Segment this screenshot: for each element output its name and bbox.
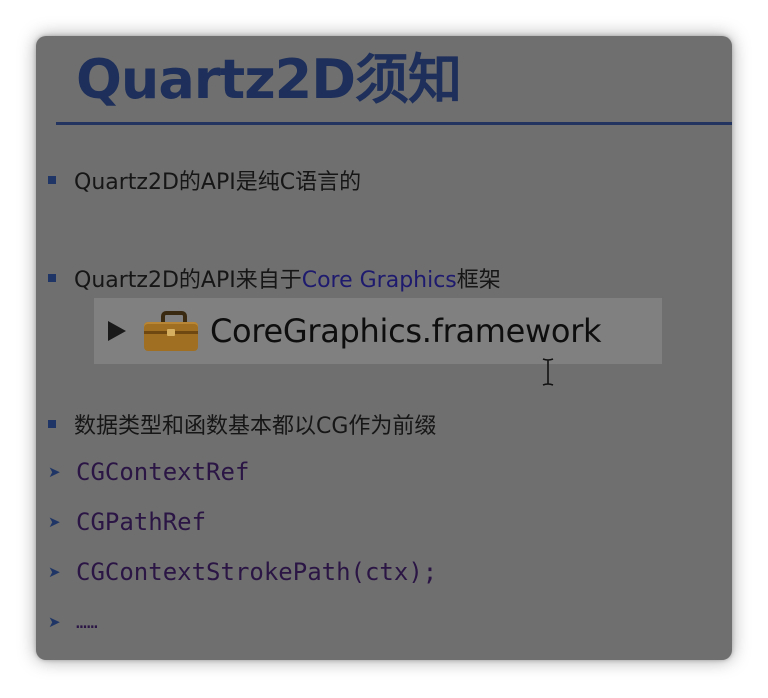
arrow-bullet-icon: ➤ [48,612,61,631]
square-bullet-icon [48,274,56,282]
framework-row[interactable]: CoreGraphics.framework [94,298,662,364]
code-item-3: ➤ CGContextStrokePath(ctx); [48,556,437,588]
arrow-bullet-icon: ➤ [48,462,61,481]
square-bullet-icon [48,176,56,184]
bullet-text: Quartz2D的API是纯C语言的 [74,170,362,195]
bullet-item-1: Quartz2D的API是纯C语言的 [48,164,361,196]
code-item-2: ➤ CGPathRef [48,506,206,538]
bullet-item-3: 数据类型和函数基本都以CG作为前缀 [48,408,436,440]
slide: Quartz2D须知 Quartz2D的API是纯C语言的 Quartz2D的A… [36,36,732,660]
code-item-4: ➤ …… [48,606,98,638]
bullet-text: Quartz2D的API来自于Core Graphics框架 [74,262,501,294]
square-bullet-icon [48,420,56,428]
code-text: CGContextStrokePath(ctx); [76,558,438,586]
text-cursor-icon [542,358,554,386]
core-graphics-highlight: Core Graphics [301,268,457,293]
briefcase-icon [144,311,198,351]
framework-label: CoreGraphics.framework [210,312,602,350]
code-ellipsis: …… [76,611,98,633]
bullet-text-end: 框架 [456,268,501,293]
arrow-bullet-icon: ➤ [48,512,61,531]
bullet-text: 数据类型和函数基本都以CG作为前缀 [74,414,437,439]
disclosure-triangle-icon[interactable] [108,321,126,341]
slide-title: Quartz2D须知 [76,48,462,111]
code-item-1: ➤ CGContextRef [48,456,249,488]
title-underline [56,122,732,125]
code-text: CGContextRef [76,458,250,486]
bullet-text-start: Quartz2D的API来自于 [74,268,302,293]
code-text: CGPathRef [76,508,207,536]
arrow-bullet-icon: ➤ [48,562,61,581]
bullet-item-2: Quartz2D的API来自于Core Graphics框架 [48,262,501,294]
